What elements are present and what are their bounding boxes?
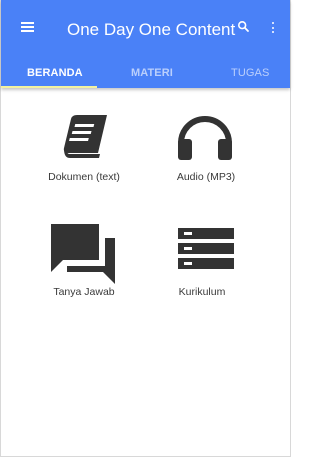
menu-item-tanya-jawab[interactable]: Tanya Jawab (29, 224, 139, 306)
toolbar: One Day One Content (1, 0, 290, 56)
tab-beranda[interactable]: BERANDA (27, 67, 83, 79)
tab-bar: BERANDA MATERI TUGAS (1, 56, 290, 88)
menu-item-dokumen[interactable]: Dokumen (text) (29, 111, 139, 191)
menu-item-label: Dokumen (text) (48, 171, 120, 183)
app-title: One Day One Content (67, 20, 236, 39)
more-vert-icon[interactable] (271, 22, 277, 34)
forum-icon (29, 224, 139, 284)
list-icon (147, 226, 257, 282)
search-icon[interactable] (237, 20, 251, 34)
app-screen: One Day One Content BERANDA MATERI TUGAS (0, 0, 291, 457)
menu-item-label: Kurikulum (178, 286, 226, 298)
app-bar: One Day One Content BERANDA MATERI TUGAS (1, 0, 290, 88)
headphones-icon (151, 111, 261, 167)
tab-indicator (1, 86, 97, 88)
menu-item-kurikulum[interactable]: Kurikulum (147, 226, 257, 306)
menu-item-label: Tanya Jawab (53, 286, 115, 298)
menu-item-label: Audio (MP3) (176, 171, 236, 183)
tab-materi[interactable]: MATERI (131, 67, 173, 79)
menu-icon[interactable] (21, 22, 35, 34)
menu-item-audio[interactable]: Audio (MP3) (151, 111, 261, 191)
book-icon (29, 111, 139, 167)
tab-tugas[interactable]: TUGAS (231, 67, 269, 79)
